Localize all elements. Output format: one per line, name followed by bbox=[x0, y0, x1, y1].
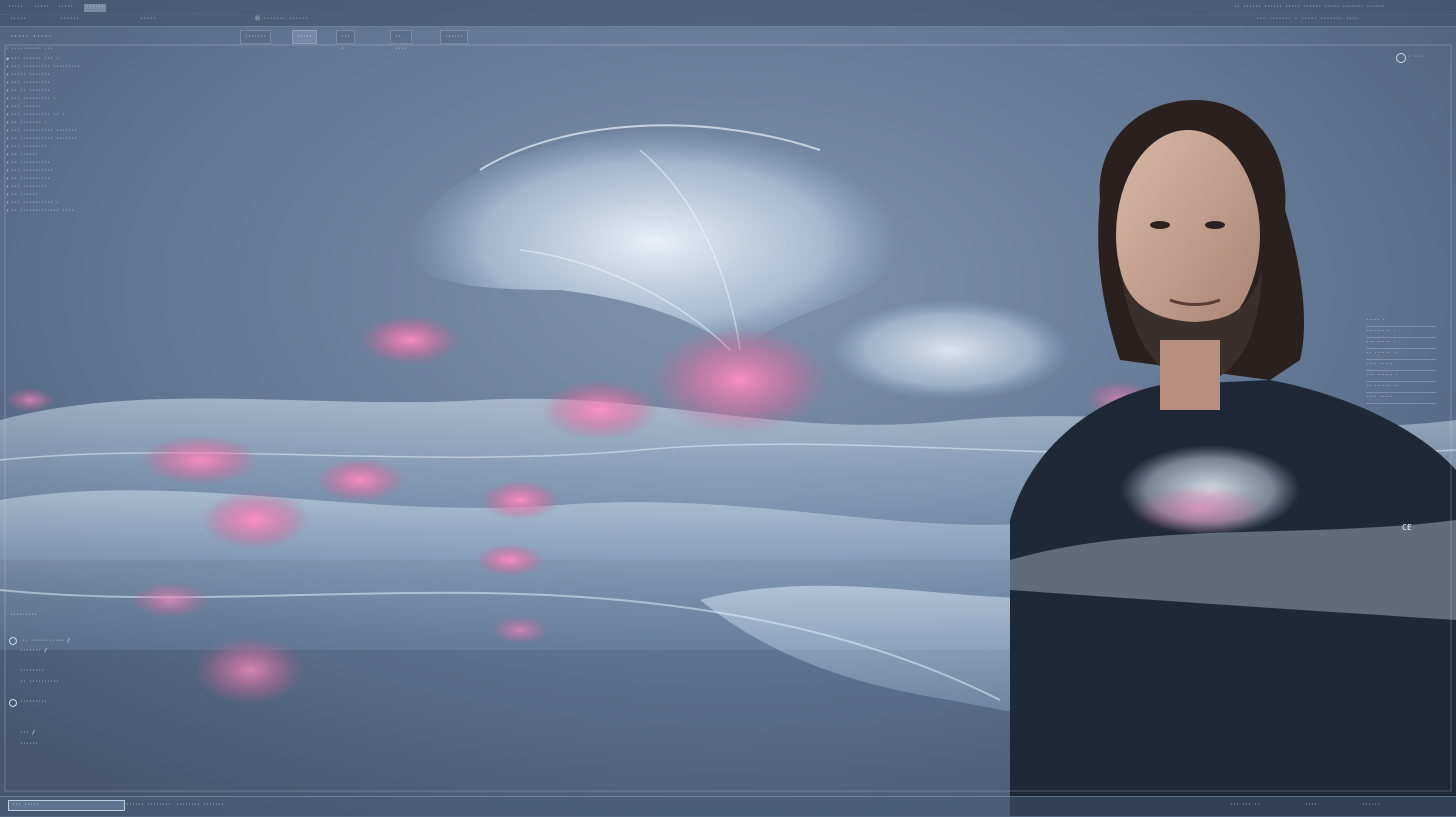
tree-item[interactable]: › ··· ········· bbox=[6, 80, 50, 87]
tree-item[interactable]: › ·· ··········· ······· bbox=[6, 136, 77, 143]
toolbar-left-text[interactable]: ····· bbox=[10, 16, 26, 23]
right-panel-row[interactable]: ···· ····· bbox=[1366, 393, 1436, 404]
menu-item-window[interactable]: ······ bbox=[84, 4, 106, 12]
bottom-left-item: ·· ··········· / bbox=[22, 638, 71, 644]
right-panel-row[interactable]: ··· ······ · bbox=[1366, 371, 1436, 382]
bottom-left-item: ········· bbox=[20, 699, 48, 705]
right-panel-header: ····· · bbox=[1366, 316, 1436, 327]
right-panel-row[interactable]: ··· ····· · bbox=[1366, 338, 1436, 349]
tree-item[interactable]: › ·· ······ bbox=[6, 192, 38, 199]
toggle-icon[interactable] bbox=[1396, 53, 1406, 63]
toolbar-item[interactable]: ······ bbox=[60, 16, 79, 23]
tree-item[interactable]: › ·· ······· · bbox=[6, 120, 47, 127]
tree-item[interactable]: › ··· ········· ·· · bbox=[6, 112, 65, 119]
right-properties-panel: ····· · ········· · ··· ····· · ·· ·····… bbox=[1366, 316, 1436, 404]
bottom-left-item: ······· / bbox=[20, 648, 48, 654]
menu-item-edit[interactable]: ····· bbox=[32, 4, 51, 12]
tree-item[interactable]: › ··· ······ bbox=[6, 104, 41, 111]
menu-row: ····· ····· ····· ······ ·· ······ ·····… bbox=[0, 0, 1456, 14]
tab-2-active[interactable]: ····· bbox=[292, 30, 318, 44]
tree-item[interactable]: › ··· ········· · bbox=[6, 96, 56, 103]
menu-item-view[interactable]: ····· bbox=[56, 4, 75, 12]
tree-item[interactable]: › ··· ·········· · bbox=[6, 200, 59, 207]
logo-mark: CE bbox=[1402, 523, 1413, 532]
tree-item[interactable]: › ·· ·········· bbox=[6, 160, 50, 167]
tree-item[interactable]: › ·· ·· ······· bbox=[6, 88, 50, 95]
tree-item[interactable]: ◦ ·········· ··· bbox=[6, 46, 53, 53]
toolbar-item[interactable]: ····· bbox=[140, 16, 156, 23]
tab-3[interactable]: ··· ◦ bbox=[336, 30, 356, 52]
bottom-left-item: ········ bbox=[20, 668, 45, 674]
status-item-right: ······ bbox=[1362, 802, 1381, 808]
status-item: ········ ······· bbox=[176, 802, 225, 808]
tree-item[interactable]: › ·· ······ bbox=[6, 152, 38, 159]
overlay-top-right-label: ◦ ··· bbox=[1408, 54, 1425, 60]
background-artwork bbox=[0, 0, 1456, 816]
tree-item[interactable]: › ··· ········ bbox=[6, 144, 47, 151]
panel-title: ····· ····· bbox=[10, 33, 52, 40]
tree-item[interactable]: › ··· ········ bbox=[6, 184, 47, 191]
menu-right-status: ·· ······ ······ ····· ······ ····· ····… bbox=[1234, 4, 1385, 10]
command-input[interactable]: ··· ····· bbox=[8, 800, 125, 811]
tree-item[interactable]: › ·· ·········· bbox=[6, 176, 50, 183]
tree-item[interactable]: › ··· ·········· ······· bbox=[6, 128, 77, 135]
tree-item[interactable]: › ····· ······· bbox=[6, 72, 50, 79]
status-item-right: ···· bbox=[1305, 802, 1318, 808]
tree-item[interactable]: › ··· ········· ········· bbox=[6, 64, 80, 71]
right-panel-row[interactable]: ·· ······ ·· bbox=[1366, 382, 1436, 393]
status-bar: ··· ····· ······ ········ ········ ·····… bbox=[0, 796, 1456, 817]
status-item: ······ ········ bbox=[126, 802, 172, 808]
bottom-left-item: ······ bbox=[20, 741, 39, 747]
right-panel-row[interactable]: ·· ······ ·· bbox=[1366, 349, 1436, 360]
tree-item[interactable]: › ·· ············· ···· bbox=[6, 208, 74, 215]
bottom-left-item: ··· / bbox=[20, 730, 36, 736]
toolbar bbox=[0, 14, 1456, 27]
record-icon[interactable] bbox=[9, 637, 17, 645]
tree-item[interactable]: ✲ ··· ······ ··· · bbox=[6, 56, 59, 63]
tree-item[interactable]: › ··· ·········· bbox=[6, 168, 53, 175]
toolbar-refresh-label[interactable]: Ⓞ ······· ······ bbox=[255, 16, 308, 23]
right-panel-row[interactable]: ···· ····· bbox=[1366, 360, 1436, 371]
bottom-left-heading: ········· bbox=[10, 612, 38, 618]
menu-item-file[interactable]: ····· bbox=[6, 4, 25, 12]
status-item-right: ··· ··· ·· bbox=[1230, 802, 1261, 808]
tab-1[interactable]: ······· bbox=[240, 30, 272, 44]
toolbar-right-label: ··· ······· · ····· ······· ···· bbox=[1256, 16, 1359, 22]
right-panel-row[interactable]: ········· · bbox=[1366, 327, 1436, 338]
bottom-left-item: ·· ·········· bbox=[20, 679, 60, 685]
tab-4[interactable]: ·· ···· bbox=[390, 30, 413, 52]
record-icon[interactable] bbox=[9, 699, 17, 707]
tab-5[interactable]: ······ bbox=[440, 30, 469, 44]
